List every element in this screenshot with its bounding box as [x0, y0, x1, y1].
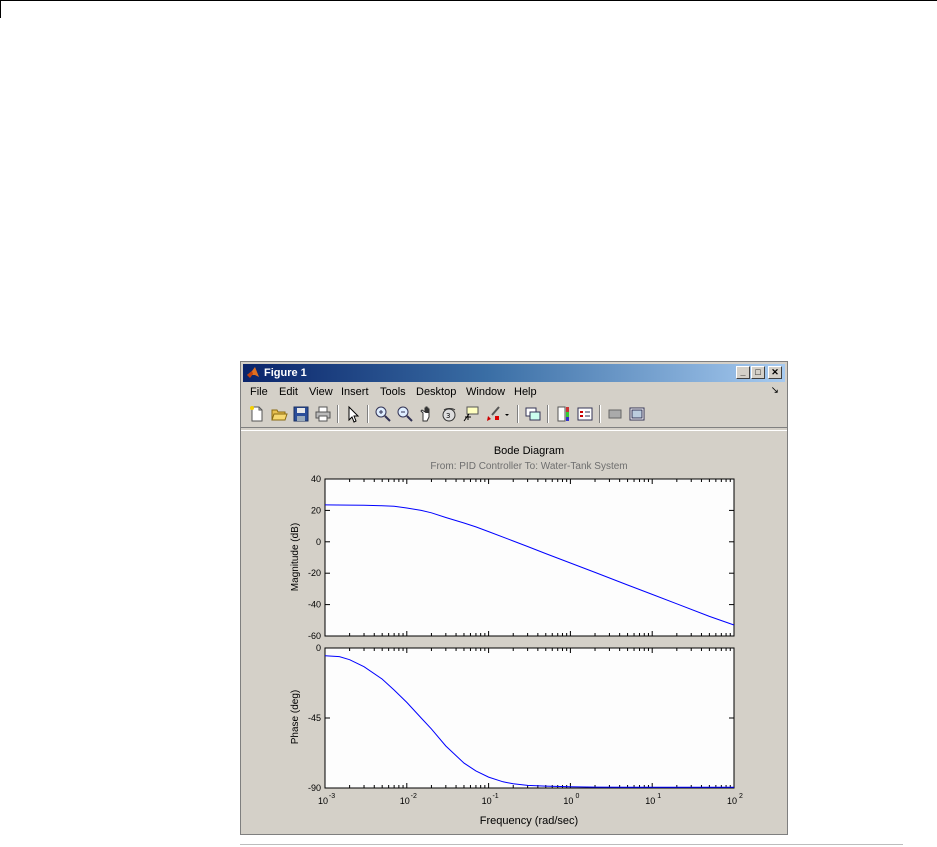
y-tick-label: -90 [308, 783, 321, 793]
x-tick-label: 10 [727, 796, 737, 806]
phase-axes [324, 647, 735, 789]
y-tick-label: -20 [308, 568, 321, 578]
x-tick-exponent: -1 [492, 793, 498, 800]
y-tick-label: -40 [308, 600, 321, 610]
y-tick-label: 0 [316, 643, 321, 653]
x-tick-label: 10 [318, 796, 328, 806]
x-tick-label: 10 [400, 796, 410, 806]
chart-subtitle: From: PID Controller To: Water-Tank Syst… [430, 461, 627, 472]
x-tick-exponent: 1 [657, 793, 661, 800]
y-tick-label: -45 [308, 713, 321, 723]
x-tick-label: 10 [563, 796, 573, 806]
x-tick-label: 10 [482, 796, 492, 806]
magnitude-axis-label: Magnitude (dB) [290, 523, 301, 591]
bode-plot: Bode Diagram From: PID Controller To: Wa… [290, 445, 743, 827]
x-tick-exponent: -3 [329, 793, 335, 800]
x-tick-exponent: -2 [411, 793, 417, 800]
magnitude-axes [324, 478, 735, 637]
y-tick-label: 20 [311, 505, 321, 515]
x-tick-exponent: 0 [575, 793, 579, 800]
x-tick-exponent: 2 [739, 793, 743, 800]
y-tick-label: 40 [311, 474, 321, 484]
page-bottom-rule [240, 844, 903, 845]
y-tick-label: 0 [316, 537, 321, 547]
phase-axis-label: Phase (deg) [290, 690, 301, 744]
y-tick-label: -60 [308, 631, 321, 641]
chart-title: Bode Diagram [494, 445, 564, 457]
x-axis-label: Frequency (rad/sec) [480, 815, 578, 827]
x-tick-label: 10 [645, 796, 655, 806]
